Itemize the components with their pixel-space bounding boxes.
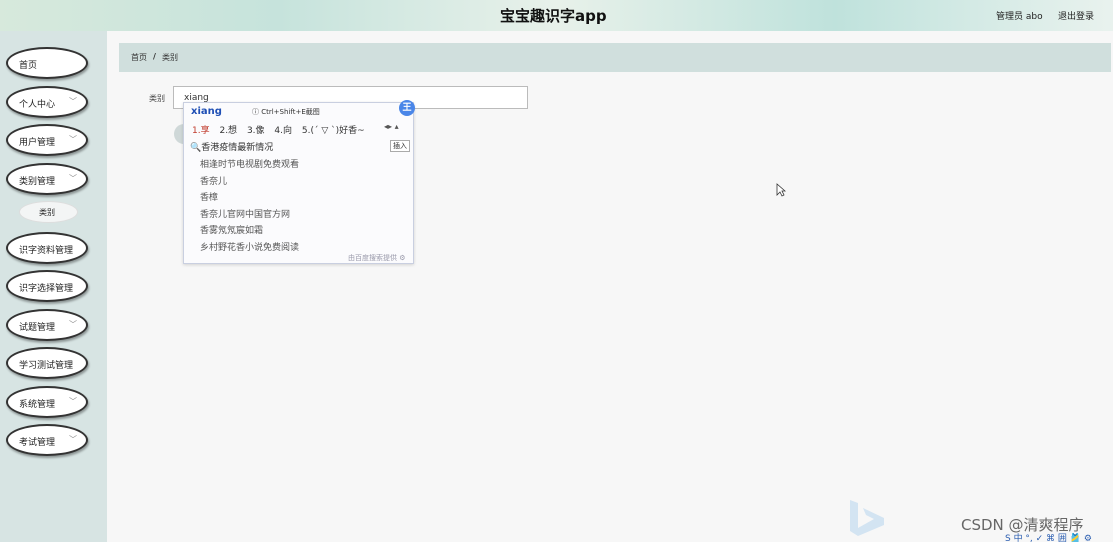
sidebar-item-label: 首页 [19,61,38,71]
sidebar-item-label: 考试管理 [19,438,56,448]
sidebar-item-label: 用户管理 [19,138,56,148]
ime-candidate[interactable]: 3.像 [247,126,265,136]
ime-suggestion[interactable]: 香樟 [200,190,218,203]
breadcrumb-separator: / [153,52,156,61]
sidebar-item-label: 识字选择管理 [19,284,74,294]
sidebar-subitem-category[interactable]: 类别 [19,201,78,223]
ime-screenshot-hint: ⓘ Ctrl+Shift+E截图 [252,108,320,116]
sidebar-item-category-management[interactable]: 类别管理 ﹀ [6,163,88,195]
ime-candidate[interactable]: 1.享 [192,126,210,136]
app-title: 宝宝趣识字app [500,7,607,25]
breadcrumb-home[interactable]: 首页 [131,52,147,63]
category-label: 类别 [149,94,165,103]
sidebar: 首页 个人中心 ﹀ 用户管理 ﹀ 类别管理 ﹀ 类别 识字资料管理 识字选择管理… [0,31,107,542]
logout-link[interactable]: 退出登录 [1058,9,1094,22]
breadcrumb: 首页 / 类别 [119,43,1111,72]
ime-candidate[interactable]: 4.向 [274,126,292,136]
ime-footer: 由百度搜索提供 ⚙ [348,254,406,262]
sidebar-item-personal-center[interactable]: 个人中心 ﹀ [6,86,88,118]
sidebar-item-exam-management[interactable]: 考试管理 ﹀ [6,424,88,456]
ime-candidate[interactable]: 2.想 [219,126,237,136]
chevron-down-icon: ﹀ [69,435,77,444]
sidebar-item-home[interactable]: 首页 [6,47,88,79]
ime-suggestion[interactable]: 香奈儿官网中国官方网 [200,207,290,220]
top-header: 宝宝趣识字app 管理员 abo 退出登录 [0,0,1113,31]
ime-candidate-panel: xiang ⓘ Ctrl+Shift+E截图 王 1.享 2.想 3.像 4.向… [183,100,415,264]
ime-search-text: 香港疫情最新情况 [201,143,274,153]
breadcrumb-current: 类别 [162,53,178,62]
sidebar-item-label: 识字资料管理 [19,246,74,256]
sidebar-item-label: 类别管理 [19,177,56,187]
chevron-down-icon: ﹀ [69,320,77,329]
ime-tray-toolbar[interactable]: S 中 °, ✓ ⌘ 囲 🎽 ⚙ [1005,531,1092,542]
sidebar-item-question-management[interactable]: 试题管理 ﹀ [6,309,88,341]
ime-logo-icon: 王 [399,100,415,116]
ime-candidates: 1.享 2.想 3.像 4.向 5.(ˊ ▽ ˋ)好香~ [192,123,372,136]
sidebar-item-system-management[interactable]: 系统管理 ﹀ [6,386,88,418]
ime-suggestion[interactable]: 香雾氖氖宸如霜 [200,223,263,236]
sidebar-item-user-management[interactable]: 用户管理 ﹀ [6,124,88,156]
chevron-down-icon: ﹀ [69,174,77,183]
sidebar-item-literacy-selection[interactable]: 识字选择管理 [6,270,88,302]
ime-suggestion[interactable]: 乡村野花香小说免费阅读 [200,240,299,253]
sidebar-subitem-label: 类别 [39,208,55,217]
sidebar-item-study-test[interactable]: 学习测试管理 [6,347,88,379]
ime-pinyin: xiang [191,106,222,117]
sidebar-item-label: 个人中心 [19,100,56,110]
ime-suggestion[interactable]: 香奈儿 [200,174,227,187]
ime-search-row[interactable]: 🔍香港疫情最新情况 [190,140,273,153]
bing-logo-icon [850,500,884,536]
chevron-down-icon: ﹀ [69,135,77,144]
sidebar-item-label: 学习测试管理 [19,361,74,371]
ime-page-arrows-icon[interactable]: ◂▸ ▴ [384,122,399,131]
ime-insert-button[interactable]: 插入 [390,140,410,152]
ime-suggestion[interactable]: 相逢时节电视剧免费观看 [200,157,299,170]
search-icon: 🔍 [190,143,202,153]
sidebar-item-label: 试题管理 [19,323,56,333]
chevron-down-icon: ﹀ [69,397,77,406]
mouse-cursor-icon [776,183,786,197]
chevron-down-icon: ﹀ [69,97,77,106]
admin-label: 管理员 abo [996,12,1043,22]
ime-candidate[interactable]: 5.(ˊ ▽ ˋ)好香~ [302,126,365,136]
sidebar-item-label: 系统管理 [19,400,56,410]
sidebar-item-literacy-materials[interactable]: 识字资料管理 [6,232,88,264]
